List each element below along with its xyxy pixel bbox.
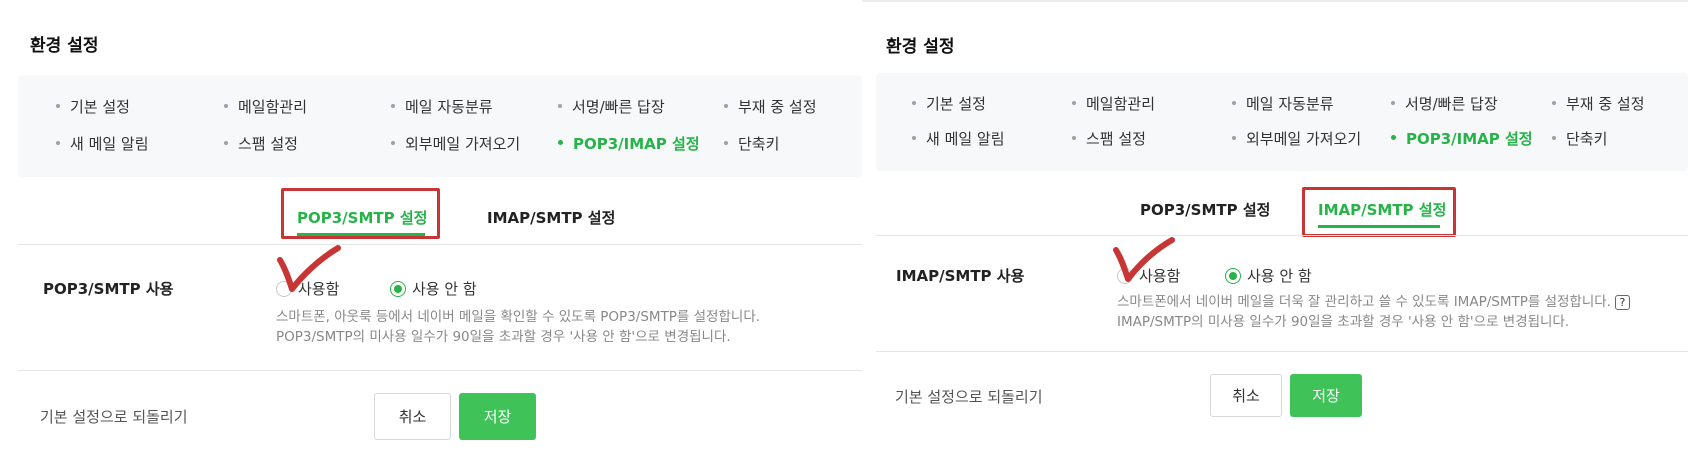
bullet-icon bbox=[558, 103, 562, 108]
help-icon[interactable]: ? bbox=[1614, 294, 1630, 310]
cancel-button[interactable]: 취소 bbox=[374, 393, 451, 440]
bullet-icon bbox=[558, 140, 563, 145]
bullet-icon bbox=[724, 140, 728, 145]
bullet-icon bbox=[224, 103, 228, 108]
menu-item-basic[interactable]: 기본 설정 bbox=[912, 93, 986, 114]
menu-item-signature[interactable]: 서명/빠른 답장 bbox=[558, 96, 665, 117]
bullet-icon bbox=[391, 103, 395, 108]
tab-pop3-smtp[interactable]: POP3/SMTP 설정 bbox=[1140, 199, 1270, 220]
save-button[interactable]: 저장 bbox=[459, 393, 536, 440]
settings-panel-imap: 환경 설정 기본 설정 메일함관리 메일 자동분류 서명/빠른 답장 부재 중 … bbox=[862, 0, 1688, 470]
menu-item-external-mail[interactable]: 외부메일 가져오기 bbox=[1232, 128, 1361, 149]
menu-item-shortcuts[interactable]: 단축키 bbox=[1552, 128, 1607, 149]
divider bbox=[876, 235, 1688, 236]
menu-item-shortcuts[interactable]: 단축키 bbox=[724, 133, 779, 154]
bullet-icon bbox=[1072, 100, 1076, 105]
radio-disable[interactable]: 사용 안 함 bbox=[1225, 265, 1312, 286]
menu-item-auto-sort[interactable]: 메일 자동분류 bbox=[1232, 93, 1334, 114]
radio-circle bbox=[390, 280, 406, 297]
bullet-icon bbox=[1391, 100, 1395, 105]
settings-panel-pop3: 환경 설정 기본 설정 메일함관리 메일 자동분류 서명/빠른 답장 부재 중 … bbox=[0, 0, 862, 470]
annotation-highlight-box bbox=[281, 188, 440, 239]
save-button[interactable]: 저장 bbox=[1290, 374, 1362, 417]
bullet-icon bbox=[224, 140, 228, 145]
bullet-icon bbox=[1552, 135, 1556, 140]
annotation-checkmark-icon bbox=[277, 245, 341, 292]
bullet-icon bbox=[1552, 100, 1556, 105]
settings-menu: 기본 설정 메일함관리 메일 자동분류 서명/빠른 답장 부재 중 설정 새 메… bbox=[876, 73, 1688, 171]
bullet-icon bbox=[56, 103, 60, 108]
menu-item-mailbox[interactable]: 메일함관리 bbox=[224, 96, 307, 117]
page-title: 환경 설정 bbox=[886, 37, 955, 57]
menu-item-basic[interactable]: 기본 설정 bbox=[56, 96, 130, 117]
menu-item-signature[interactable]: 서명/빠른 답장 bbox=[1391, 93, 1498, 114]
menu-item-away[interactable]: 부재 중 설정 bbox=[724, 96, 817, 117]
divider bbox=[18, 244, 862, 245]
page-title: 환경 설정 bbox=[30, 36, 99, 56]
divider bbox=[876, 351, 1688, 352]
bullet-icon bbox=[56, 140, 60, 145]
menu-item-new-mail-alert[interactable]: 새 메일 알림 bbox=[56, 133, 149, 154]
bullet-icon bbox=[1391, 135, 1396, 140]
menu-item-mailbox[interactable]: 메일함관리 bbox=[1072, 93, 1155, 114]
reset-defaults-link[interactable]: 기본 설정으로 되돌리기 bbox=[895, 386, 1043, 407]
bullet-icon bbox=[912, 100, 916, 105]
cancel-button[interactable]: 취소 bbox=[1210, 374, 1282, 417]
description: 스마트폰, 아웃룩 등에서 네이버 메일을 확인할 수 있도록 POP3/SMT… bbox=[276, 309, 761, 345]
radio-circle bbox=[1225, 267, 1241, 284]
description: 스마트폰에서 네이버 메일을 더욱 잘 관리하고 쓸 수 있도록 IMAP/SM… bbox=[1117, 292, 1630, 332]
tab-imap-smtp[interactable]: IMAP/SMTP 설정 bbox=[487, 207, 615, 228]
bullet-icon bbox=[1232, 135, 1236, 140]
menu-item-away[interactable]: 부재 중 설정 bbox=[1552, 93, 1645, 114]
bullet-icon bbox=[1072, 135, 1076, 140]
setting-label: POP3/SMTP 사용 bbox=[43, 280, 174, 298]
annotation-checkmark-icon bbox=[1113, 237, 1175, 282]
menu-item-spam[interactable]: 스팸 설정 bbox=[224, 133, 298, 154]
menu-item-external-mail[interactable]: 외부메일 가져오기 bbox=[391, 133, 520, 154]
setting-label: IMAP/SMTP 사용 bbox=[896, 267, 1025, 285]
menu-item-spam[interactable]: 스팸 설정 bbox=[1072, 128, 1146, 149]
bullet-icon bbox=[912, 135, 916, 140]
menu-item-auto-sort[interactable]: 메일 자동분류 bbox=[391, 96, 493, 117]
annotation-highlight-box bbox=[1302, 187, 1456, 237]
bullet-icon bbox=[724, 103, 728, 108]
settings-menu: 기본 설정 메일함관리 메일 자동분류 서명/빠른 답장 부재 중 설정 새 메… bbox=[18, 75, 862, 177]
menu-item-new-mail-alert[interactable]: 새 메일 알림 bbox=[912, 128, 1005, 149]
divider bbox=[18, 370, 862, 371]
bullet-icon bbox=[1232, 100, 1236, 105]
menu-item-pop3-imap[interactable]: POP3/IMAP 설정 bbox=[558, 133, 700, 154]
radio-disable[interactable]: 사용 안 함 bbox=[390, 278, 477, 299]
menu-item-pop3-imap[interactable]: POP3/IMAP 설정 bbox=[1391, 128, 1533, 149]
reset-defaults-link[interactable]: 기본 설정으로 되돌리기 bbox=[40, 406, 188, 427]
bullet-icon bbox=[391, 140, 395, 145]
